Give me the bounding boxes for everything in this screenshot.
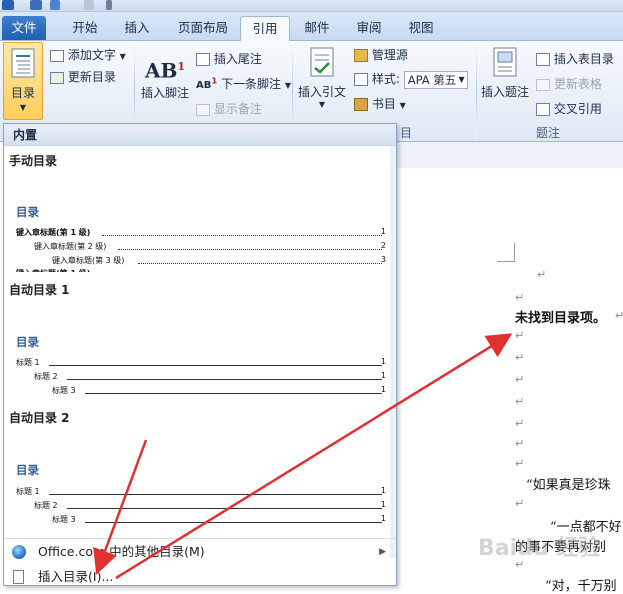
arrow-to-insert-toc: [93, 439, 148, 575]
annotation-arrows: [93, 333, 513, 580]
arrow-to-not-found-text: [115, 333, 513, 580]
